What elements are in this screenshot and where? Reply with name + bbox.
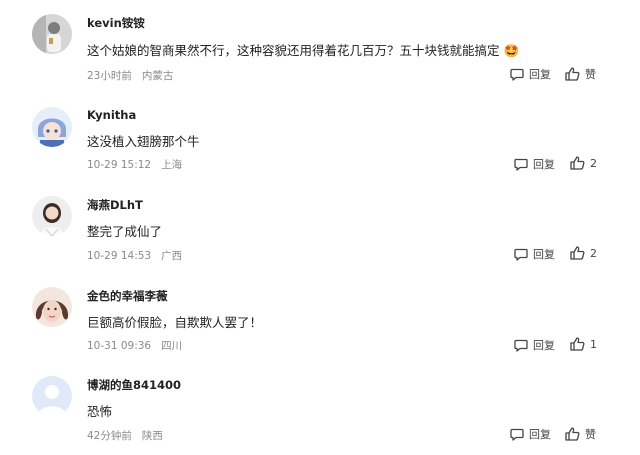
reply-label: 回复 xyxy=(533,248,555,261)
comment-meta: 10-29 15:12 上海 xyxy=(87,157,182,172)
thumbs-up-icon xyxy=(570,337,585,351)
comment-text: 巨额高价假脸，自欺欺人罢了！ xyxy=(87,315,263,330)
reply-label: 回复 xyxy=(533,339,555,352)
comment-location: 上海 xyxy=(161,159,183,171)
like-button[interactable]: 2 xyxy=(570,156,597,170)
comment-username[interactable]: 海燕DLhT xyxy=(87,197,143,213)
comment-text: 这个姑娘的智商果然不行，这种容貌还用得着花几百万？五十块钱就能搞定 🤩 xyxy=(87,43,520,58)
comment-time: 42分钟前 xyxy=(87,430,132,442)
like-count: 2 xyxy=(590,156,597,170)
thumbs-up-icon xyxy=(570,246,585,260)
comment-text: 恐怖 xyxy=(87,404,113,419)
thumbs-up-icon xyxy=(565,427,580,441)
comment-time: 10-29 15:12 xyxy=(87,159,152,171)
comment-bubble-icon xyxy=(510,68,524,81)
reply-button[interactable]: 回复 xyxy=(510,426,551,442)
comment-text: 整完了成仙了 xyxy=(87,224,163,239)
comment-location: 四川 xyxy=(161,340,183,352)
comment-location: 陕西 xyxy=(141,430,163,442)
avatar[interactable] xyxy=(32,376,72,416)
comment-meta: 10-29 14:53 广西 xyxy=(87,248,182,263)
comment-bubble-icon xyxy=(510,428,524,441)
comment-username[interactable]: Kynitha xyxy=(87,108,136,122)
comment-username[interactable]: kevin铵铵 xyxy=(87,15,145,31)
comment-meta: 42分钟前 陕西 xyxy=(87,428,163,443)
comment-bubble-icon xyxy=(514,339,528,352)
comment-location: 广西 xyxy=(161,250,183,262)
reply-button[interactable]: 回复 xyxy=(510,66,551,82)
like-button[interactable]: 赞 xyxy=(565,66,596,82)
reply-label: 回复 xyxy=(533,158,555,171)
comment-text: 这没植入翅膀那个牛 xyxy=(87,134,200,149)
reply-button[interactable]: 回复 xyxy=(514,246,555,262)
avatar[interactable] xyxy=(32,287,72,327)
comment-time: 10-31 09:36 xyxy=(87,340,152,352)
comment-time: 10-29 14:53 xyxy=(87,250,152,262)
like-button[interactable]: 2 xyxy=(570,246,597,260)
like-button[interactable]: 赞 xyxy=(565,426,596,442)
like-count: 赞 xyxy=(585,428,596,441)
reply-button[interactable]: 回复 xyxy=(514,156,555,172)
comment-location: 内蒙古 xyxy=(141,70,174,82)
comment-bubble-icon xyxy=(514,158,528,171)
thumbs-up-icon xyxy=(570,156,585,170)
avatar[interactable] xyxy=(32,196,72,236)
like-count: 2 xyxy=(590,246,597,260)
comment-time: 23小时前 xyxy=(87,70,132,82)
like-button[interactable]: 1 xyxy=(570,337,597,351)
avatar[interactable] xyxy=(32,107,72,147)
thumbs-up-icon xyxy=(565,67,580,81)
comment-meta: 10-31 09:36 四川 xyxy=(87,338,182,353)
reply-label: 回复 xyxy=(529,428,551,441)
reply-button[interactable]: 回复 xyxy=(514,337,555,353)
comment-username[interactable]: 博湖的鱼841400 xyxy=(87,377,181,393)
comment-username[interactable]: 金色的幸福李薇 xyxy=(87,288,168,304)
comment-bubble-icon xyxy=(514,248,528,261)
like-count: 赞 xyxy=(585,68,596,81)
avatar[interactable] xyxy=(32,14,72,54)
reply-label: 回复 xyxy=(529,68,551,81)
comment-meta: 23小时前 内蒙古 xyxy=(87,68,173,83)
like-count: 1 xyxy=(590,337,597,351)
